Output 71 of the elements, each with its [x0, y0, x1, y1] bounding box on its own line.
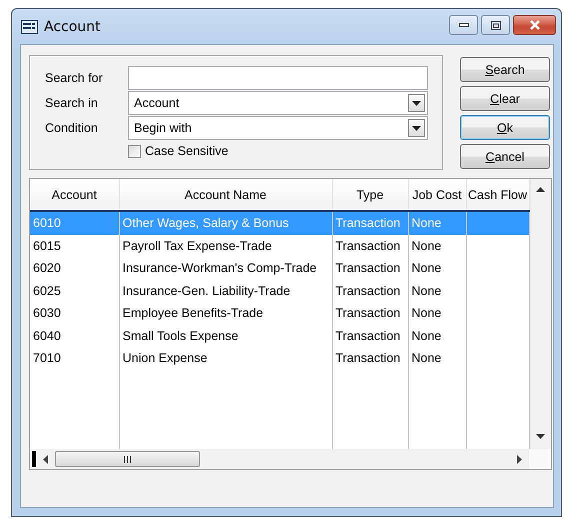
table-cell: 7010	[33, 351, 61, 366]
table-cell: None	[412, 306, 442, 320]
search-input-field[interactable]	[128, 66, 428, 90]
caret-icon	[412, 100, 421, 106]
table-cell: None	[412, 216, 442, 230]
scroll-position-mark	[32, 451, 36, 467]
table-cell: 6040	[33, 328, 61, 343]
dialog-button[interactable]: Ok	[460, 115, 550, 140]
table-cell: Insurance-Gen. Liability-Trade	[122, 284, 290, 298]
table-cell: 6010	[33, 216, 61, 230]
table-cell: Small Tools Expense	[122, 328, 238, 343]
table-row[interactable]: 6015 Payroll Tax Expense-Trade Transaction None	[30, 234, 529, 257]
field-label: Condition	[45, 121, 99, 135]
table-cell: Other Wages, Salary & Bonus	[122, 216, 289, 230]
field-label: Search in	[45, 96, 99, 110]
table-row[interactable]: 6020 Insurance-Workman's Comp-Trade Transaction None	[30, 257, 529, 280]
horizontal-scrollbar[interactable]	[30, 449, 529, 469]
column-header[interactable]: Type	[332, 179, 408, 211]
table-cell: Transaction	[336, 306, 400, 320]
table-row[interactable]: 6030 Employee Benefits-Trade Transaction None	[30, 302, 529, 324]
scroll-down-icon[interactable]	[536, 434, 546, 439]
table-cell: Transaction	[336, 351, 400, 366]
column-header[interactable]: Job Cost	[408, 179, 466, 211]
dropdown-field[interactable]: Account	[128, 91, 428, 115]
table-cell: Employee Benefits-Trade	[122, 306, 264, 320]
dialog-button[interactable]: Search	[460, 57, 550, 82]
table-cell: 6015	[33, 238, 61, 253]
table-cell: None	[412, 351, 442, 366]
table-cell: 6025	[33, 284, 61, 298]
minimize-button[interactable]	[449, 15, 478, 35]
table-row[interactable]: 6025 Insurance-Gen. Liability-Trade Transaction None	[30, 280, 529, 302]
maximize-button[interactable]	[481, 15, 510, 35]
scroll-up-icon[interactable]	[536, 187, 546, 192]
dropdown-field[interactable]: Begin with	[128, 116, 428, 140]
column-header[interactable]: Cash Flow	[466, 179, 529, 211]
dialog-button[interactable]: Cancel	[460, 144, 550, 169]
column-header[interactable]: Account Name	[119, 179, 332, 211]
table-cell: Transaction	[336, 216, 400, 230]
close-button[interactable]	[513, 15, 556, 35]
scroll-right-icon[interactable]	[517, 454, 522, 464]
scroll-thumb[interactable]	[55, 451, 200, 467]
dialog-button[interactable]: Clear	[460, 86, 550, 111]
table-cell: None	[412, 328, 442, 343]
dropdown-button[interactable]	[408, 94, 425, 112]
table-cell: Transaction	[336, 238, 400, 253]
table-row[interactable]: 7010 Union Expense Transaction None	[30, 347, 529, 370]
table-cell: 6020	[33, 261, 61, 276]
column-header[interactable]: Account	[30, 179, 119, 211]
table-cell: Transaction	[336, 328, 400, 343]
table-cell: None	[412, 284, 442, 298]
table-row[interactable]: 6040 Small Tools Expense Transaction None	[30, 324, 529, 347]
table-cell: Transaction	[336, 261, 400, 276]
table-cell: Transaction	[336, 284, 400, 298]
scroll-left-icon[interactable]	[43, 454, 48, 464]
maximize-icon	[490, 20, 500, 30]
minimize-icon	[458, 23, 468, 27]
form-icon	[21, 20, 38, 34]
field-label: Search for	[45, 71, 104, 85]
window-title: Account	[44, 18, 101, 34]
vertical-scrollbar[interactable]	[530, 179, 551, 449]
dropdown-button[interactable]	[408, 119, 425, 137]
table-cell: None	[412, 261, 442, 276]
table-cell: Union Expense	[122, 351, 208, 366]
table-cell: 6030	[33, 306, 61, 320]
checkbox-label: Case Sensitive	[145, 144, 228, 158]
caret-icon	[412, 126, 421, 130]
table-cell: None	[412, 238, 442, 253]
checkbox[interactable]	[128, 144, 141, 158]
table-cell: Payroll Tax Expense-Trade	[122, 238, 272, 253]
close-icon	[528, 20, 540, 30]
table-cell: Insurance-Workman's Comp-Trade	[122, 261, 317, 276]
